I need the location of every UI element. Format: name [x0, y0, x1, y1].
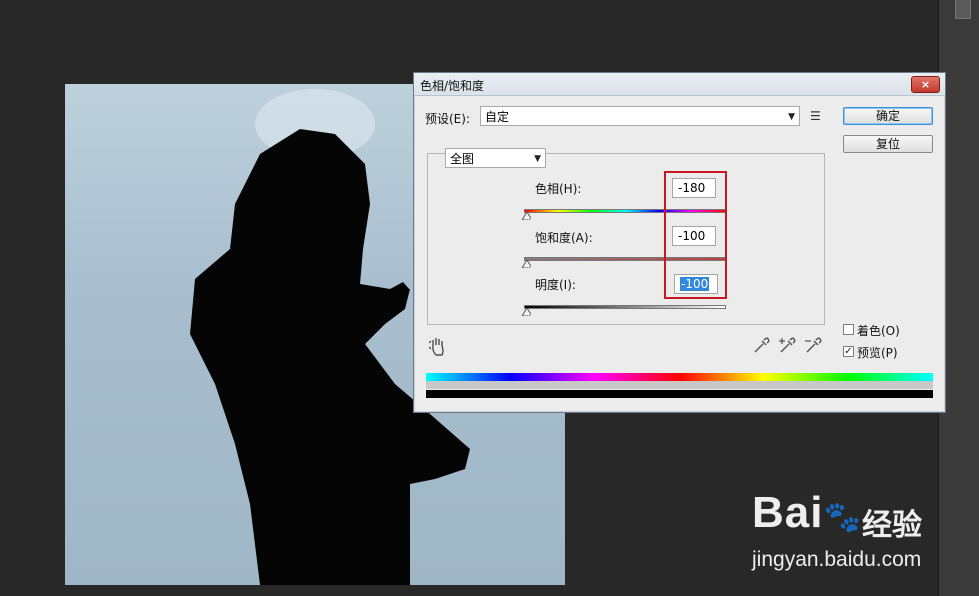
hand-adjust-icon[interactable] — [429, 337, 447, 357]
dialog-titlebar: 色相/饱和度 × — [414, 73, 945, 96]
colorize-checkbox[interactable] — [843, 324, 854, 335]
reset-button[interactable]: 复位 — [843, 135, 933, 153]
preset-value: 自定 — [485, 110, 510, 124]
lightness-slider[interactable] — [524, 305, 726, 309]
dropdown-arrow-icon: ▼ — [788, 112, 795, 122]
panel-tab[interactable] — [955, 0, 971, 19]
hue-slider-thumb[interactable] — [522, 212, 531, 220]
eyedropper-subtract-icon[interactable] — [804, 337, 822, 355]
spectrum-range-bar — [426, 381, 933, 389]
saturation-slider-thumb[interactable] — [522, 260, 531, 268]
baidu-logo: Bai🐾 — [752, 488, 862, 537]
highlight-box — [664, 171, 727, 299]
output-spectrum-bar — [426, 390, 933, 398]
dropdown-arrow-icon: ▼ — [534, 154, 541, 164]
watermark-url: jingyan.baidu.com — [752, 548, 922, 571]
baidu-logo-text: Bai — [752, 488, 824, 537]
lightness-label: 明度(I): — [535, 278, 576, 292]
preview-label: 预览(P) — [857, 346, 898, 360]
preset-label: 预设(E): — [425, 112, 470, 126]
preset-menu-icon[interactable]: ☰ — [810, 109, 821, 123]
preset-select[interactable]: 自定 ▼ — [480, 106, 800, 126]
eyedropper-icon[interactable] — [752, 337, 770, 355]
eyedropper-add-icon[interactable] — [778, 337, 796, 355]
channel-select[interactable]: 全图 ▼ — [445, 148, 546, 168]
colorize-label: 着色(O) — [857, 324, 900, 338]
dialog-title: 色相/饱和度 — [420, 79, 485, 93]
close-button[interactable]: × — [911, 76, 940, 93]
close-icon: × — [920, 78, 931, 91]
lightness-slider-thumb[interactable] — [522, 308, 531, 316]
input-spectrum-bar — [426, 373, 933, 381]
baidu-watermark: Bai🐾 经验 jingyan.baidu.com — [752, 488, 922, 571]
paw-icon: 🐾 — [823, 501, 862, 534]
preview-checkbox[interactable]: ✓ — [843, 346, 854, 357]
hue-saturation-dialog: 色相/饱和度 × 预设(E): 自定 ▼ ☰ 确定 复位 全图 ▼ 色相(H):… — [413, 72, 946, 413]
channel-value: 全图 — [450, 152, 475, 166]
hue-label: 色相(H): — [535, 182, 582, 196]
ok-button[interactable]: 确定 — [843, 107, 933, 125]
saturation-label: 饱和度(A): — [535, 231, 593, 245]
adjustment-group — [427, 153, 825, 325]
watermark-jingyan: 经验 — [862, 508, 922, 543]
